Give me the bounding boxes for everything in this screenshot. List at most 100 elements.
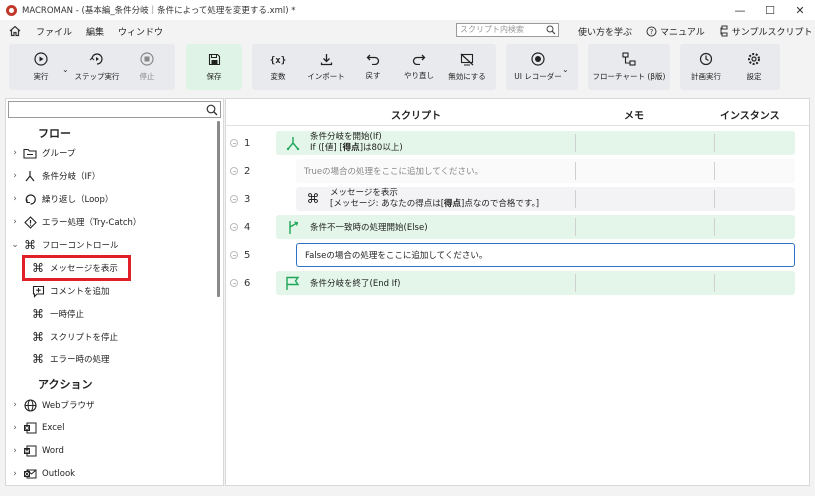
if-condition-post: ]は80以上) [359, 143, 403, 153]
tree-child-show-message[interactable]: ⌘ メッセージを表示 [22, 255, 131, 281]
import-label: インポート [307, 71, 345, 81]
import-button[interactable]: インポート [302, 44, 350, 90]
tree-item-outlook[interactable]: › Outlook [6, 464, 216, 484]
tree-item-web-browser[interactable]: › Webブラウザ [6, 395, 216, 415]
step-run-icon [89, 53, 103, 65]
maximize-button[interactable]: ☐ [755, 0, 785, 20]
show-message-block[interactable]: ⌘ メッセージを表示 [メッセージ: あなたの得点は[得点]点なので合格です。] [296, 187, 795, 211]
minimize-button[interactable]: — [725, 0, 755, 20]
manual-link-label: マニュアル [660, 27, 705, 38]
column-separator [714, 162, 715, 180]
left-panel-scrollbar[interactable] [217, 121, 220, 297]
chevron-right-icon[interactable]: › [8, 217, 22, 227]
tree-child-stop-script[interactable]: ⌘ スクリプトを停止 [30, 327, 118, 347]
undo-button[interactable]: 戻す [356, 44, 390, 90]
show-message-post: ]点なので合格です。] [461, 199, 540, 209]
menu-window[interactable]: ウィンドウ [118, 25, 163, 38]
tree-child-label: コメントを追加 [50, 287, 110, 297]
tree-item-flow-control[interactable]: ⌄ ⌘ フローコントロール [6, 235, 216, 255]
row-number: 4 [230, 213, 260, 241]
edit-group: {x} 変数 インポート 戻す やり直し 無効にする [252, 44, 496, 90]
tree-child-add-comment[interactable]: コメントを追加 [30, 281, 110, 301]
search-icon [206, 104, 218, 116]
variable-button[interactable]: {x} 変数 [258, 44, 298, 90]
if-end-block[interactable]: 条件分岐を終了(End If) [276, 271, 795, 295]
tree-item-try-catch[interactable]: › エラー処理（Try-Catch） [6, 212, 216, 232]
tree-item-excel[interactable]: › Excel [6, 418, 216, 438]
home-icon[interactable] [9, 25, 23, 37]
chevron-right-icon[interactable]: › [8, 469, 22, 479]
chevron-right-icon[interactable]: › [8, 423, 22, 433]
settings-button[interactable]: 設定 [734, 44, 774, 90]
chevron-right-icon[interactable]: › [8, 446, 22, 456]
title-bar: MACROMAN - (基本編_条件分岐｜条件によって処理を変更する.xml) … [0, 0, 815, 20]
row-number: 1 [230, 129, 260, 157]
script-row[interactable]: 1 条件分岐を開始(If) If ([値] [得点]は80以上) [226, 129, 809, 157]
learn-link[interactable]: 使い方を学ぶ [578, 25, 632, 38]
close-button[interactable]: ✕ [785, 0, 815, 20]
stop-button[interactable]: 停止 [127, 44, 167, 90]
menu-edit[interactable]: 編集 [86, 25, 104, 38]
breakpoint-icon[interactable] [230, 279, 238, 287]
show-message-text: メッセージを表示 [メッセージ: あなたの得点は[得点]点なので合格です。] [330, 188, 539, 210]
else-block[interactable]: 条件不一致時の処理開始(Else) [276, 215, 795, 239]
undo-label: 戻す [365, 71, 381, 80]
flowchart-button[interactable]: フローチャート (β版) [588, 44, 670, 90]
chevron-right-icon[interactable]: › [8, 148, 22, 158]
tree-item-word[interactable]: › Word [6, 441, 216, 461]
recorder-dropdown-icon[interactable]: ⌄ [562, 65, 569, 74]
breakpoint-icon[interactable] [230, 139, 238, 147]
record-icon [531, 52, 545, 66]
tree-item-if[interactable]: › 条件分岐（IF） [6, 166, 216, 186]
run-label: 実行 [33, 72, 49, 81]
redo-button[interactable]: やり直し [398, 44, 440, 90]
outlook-icon [22, 467, 38, 481]
column-separator [714, 134, 715, 152]
ui-recorder-button[interactable]: UI レコーダー [510, 44, 566, 90]
settings-label: 設定 [746, 72, 762, 81]
flowchart-icon [622, 52, 636, 66]
script-row[interactable]: 2 Trueの場合の処理をここに追加してください。 [226, 157, 809, 185]
step-run-button[interactable]: ステップ実行 [73, 44, 121, 90]
tree-child-on-error[interactable]: ⌘ エラー時の処理 [30, 349, 110, 369]
false-placeholder-block[interactable]: Falseの場合の処理をここに追加してください。 [296, 243, 795, 267]
manual-link[interactable]: ? マニュアル [646, 25, 705, 38]
chevron-right-icon[interactable]: › [8, 194, 22, 204]
disable-label: 無効にする [448, 71, 486, 81]
tree-item-loop[interactable]: › 繰り返し（Loop） [6, 189, 216, 209]
script-search-input[interactable]: スクリプト内検索 [456, 23, 559, 37]
if-start-block[interactable]: 条件分岐を開始(If) If ([値] [得点]は80以上) [276, 131, 795, 155]
redo-label: やり直し [404, 71, 434, 80]
true-placeholder-block[interactable]: Trueの場合の処理をここに追加してください。 [296, 159, 795, 183]
window-title: MACROMAN - (基本編_条件分岐｜条件によって処理を変更する.xml) … [22, 6, 296, 16]
script-row[interactable]: 4 条件不一致時の処理開始(Else) [226, 213, 809, 241]
section-action-heading: アクション [38, 378, 93, 391]
breakpoint-icon[interactable] [230, 167, 238, 175]
script-row[interactable]: 3 ⌘ メッセージを表示 [メッセージ: あなたの得点は[得点]点なので合格です… [226, 185, 809, 213]
flowchart-label: フローチャート (β版) [592, 72, 666, 81]
breakpoint-icon[interactable] [230, 223, 238, 231]
action-search-input[interactable] [8, 101, 221, 118]
disable-icon [460, 53, 474, 65]
save-button[interactable]: 保存 [186, 44, 242, 90]
excel-icon [22, 421, 38, 435]
chevron-right-icon[interactable]: › [8, 400, 22, 410]
breakpoint-icon[interactable] [230, 195, 238, 203]
variable-icon: {x} [270, 56, 286, 66]
script-row[interactable]: 6 条件分岐を終了(End If) [226, 269, 809, 297]
stop-icon [140, 52, 154, 66]
schedule-button[interactable]: 計画実行 [686, 44, 726, 90]
chevron-right-icon[interactable]: › [8, 171, 22, 181]
breakpoint-icon[interactable] [230, 251, 238, 259]
tree-item-group[interactable]: › グループ [6, 143, 216, 163]
disable-button[interactable]: 無効にする [444, 44, 490, 90]
chevron-down-icon[interactable]: ⌄ [8, 240, 22, 250]
sample-script-link[interactable]: サンプルスクリプト [719, 25, 812, 38]
tree-child-pause[interactable]: ⌘ 一時停止 [30, 304, 84, 324]
column-separator [575, 274, 576, 292]
column-header-memo: メモ [624, 111, 644, 122]
run-dropdown-icon[interactable]: ⌄ [62, 65, 69, 74]
run-button[interactable]: 実行 [19, 44, 63, 90]
script-row[interactable]: 5 Falseの場合の処理をここに追加してください。 [226, 241, 809, 269]
menu-file[interactable]: ファイル [36, 25, 72, 38]
